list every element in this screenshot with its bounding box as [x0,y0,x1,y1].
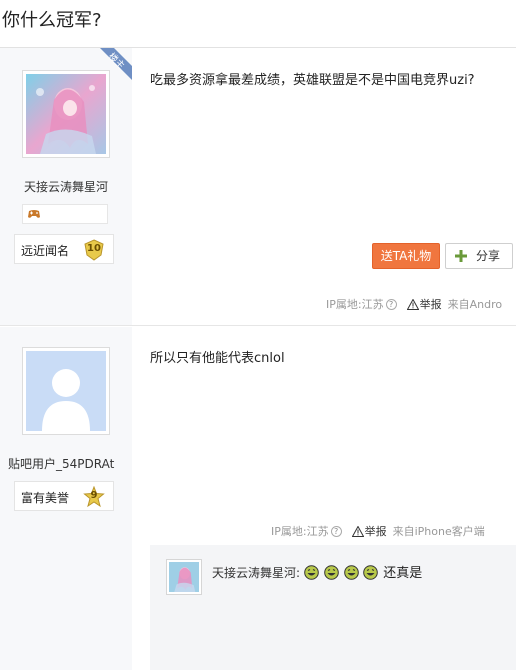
reply-username[interactable]: 天接云涛舞星河: [212,566,300,580]
warning-icon [351,525,364,537]
question-icon[interactable]: ? [330,525,342,537]
reply-text: 还真是 [383,566,423,581]
post-content: 所以只有他能代表cnlol [150,351,285,366]
post-content: 吃最多资源拿最差成绩，英雄联盟是不是中国电竞界uzi? [150,73,475,88]
game-controller-icon [28,210,40,218]
level-number: 9 [90,490,98,501]
level-name: 富有美誉 [21,491,70,505]
report-link[interactable]: 举报 [365,523,387,539]
author-sidebar: 天接云涛舞星河 远近闻名 10 [0,48,132,325]
share-button[interactable]: 分享 [445,243,513,269]
reply-line: 天接云涛舞星河: 还真是 [212,562,422,581]
level-badge-icon: 9 [83,485,105,508]
username[interactable]: 天接云涛舞星河 [0,178,132,195]
post-source: 来自iPhone客户端 [392,525,485,538]
level-badge[interactable]: 富有美誉 9 [14,481,114,511]
thread-title: 你什么冠军? [0,0,516,48]
username[interactable]: 贴吧用户_54PDRAt [8,455,132,472]
level-badge[interactable]: 远近闻名 10 [14,234,114,264]
avatar-image [26,351,106,431]
ip-location: IP属地:江苏 [326,298,384,311]
post-meta: IP属地:江苏? 举报 来自Andro [326,296,502,312]
send-gift-button[interactable]: 送TA礼物 [372,243,440,269]
laugh-emoji-icon [363,565,379,580]
level-badge-icon: 10 [83,239,105,261]
post-source: 来自Andro [447,298,503,311]
report-link[interactable]: 举报 [420,296,442,312]
author-badge: 楼主 [92,48,132,88]
share-plus-icon [455,250,467,262]
laugh-emoji-icon [304,565,319,580]
post-2: 贴吧用户_54PDRAt 富有美誉 9 所以只有他能代表cnlol IP属地:江… [0,327,516,670]
post-meta: IP属地:江苏? 举报 来自iPhone客户端 [271,523,485,539]
post-1: 天接云涛舞星河 远近闻名 10 楼主 吃最多资源拿最差成绩，英雄联盟是不是中国电… [0,48,516,326]
level-name: 远近闻名 [21,244,70,258]
laugh-emoji-icon [323,565,339,580]
share-label: 分享 [476,249,501,263]
question-icon[interactable]: ? [385,298,397,310]
laugh-emoji-icon [343,565,359,580]
ip-location: IP属地:江苏 [271,525,329,538]
author-sidebar: 贴吧用户_54PDRAt 富有美誉 9 [0,327,132,670]
level-number: 10 [87,243,101,254]
reply-section: 天接云涛舞星河: 还真是 [150,545,516,670]
user-icons [22,204,108,224]
warning-icon [406,298,419,310]
reply-avatar[interactable] [166,559,202,595]
avatar[interactable] [22,347,110,435]
